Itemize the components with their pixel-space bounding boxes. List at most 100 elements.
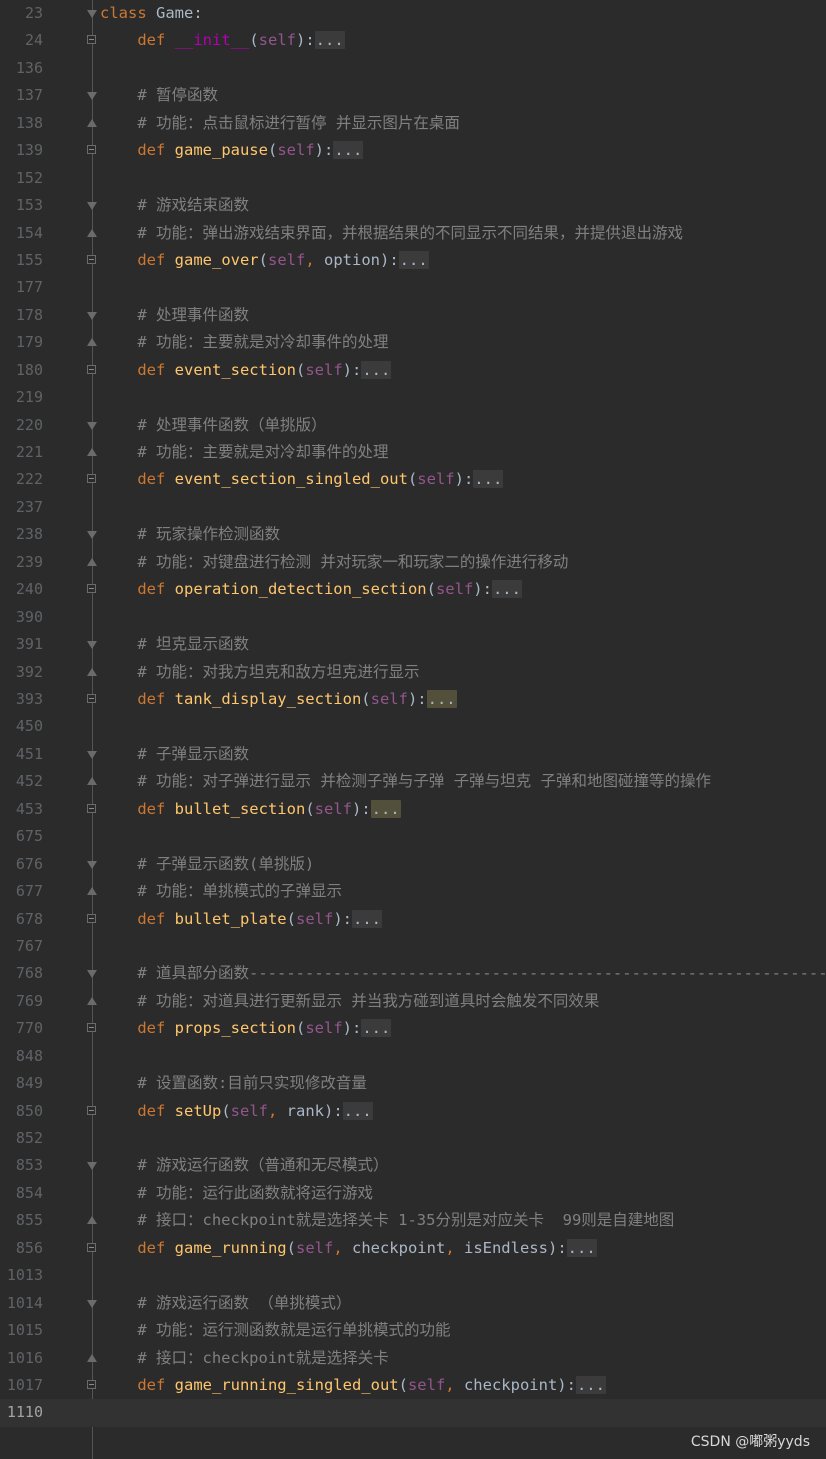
code-line[interactable]: 392 # 功能：对我方坦克和敌方坦克进行显示 [0, 659, 826, 686]
fold-start-icon[interactable] [87, 860, 97, 869]
code-line[interactable]: 178 # 处理事件函数 [0, 302, 826, 329]
code-line[interactable]: 23 class Game: [0, 0, 826, 27]
fold-start-icon[interactable] [87, 10, 97, 18]
code-line[interactable]: 856 def game_running(self, checkpoint, i… [0, 1235, 826, 1262]
code-line[interactable]: 390 [0, 604, 826, 631]
code-line[interactable]: 675 [0, 823, 826, 850]
fold-toggle-icon[interactable] [87, 1105, 96, 1115]
folded-code-placeholder[interactable]: ... [361, 1019, 392, 1038]
code-line[interactable]: 768 # 道具部分函数----------------------------… [0, 960, 826, 987]
code-line[interactable]: 848 [0, 1043, 826, 1070]
code-line[interactable]: 136 [0, 55, 826, 82]
code-line[interactable]: 138 # 功能：点击鼠标进行暂停 并显示图片在桌面 [0, 110, 826, 137]
code-line[interactable]: 850 def setUp(self, rank):... [0, 1098, 826, 1125]
code-line[interactable]: 154 # 功能：弹出游戏结束界面，并根据结果的不同显示不同结果，并提供退出游戏 [0, 220, 826, 247]
code-line[interactable]: 1014 # 游戏运行函数 （单挑模式） [0, 1290, 826, 1317]
fold-toggle-icon[interactable] [87, 145, 96, 155]
code-editor[interactable]: 23 class Game: 24 def __init__(self):... 13… [0, 0, 826, 1459]
fold-end-icon[interactable] [87, 118, 97, 127]
code-line[interactable]: 237 [0, 494, 826, 521]
fold-end-icon[interactable] [87, 1216, 97, 1225]
code-line[interactable]: 677 # 功能：单挑模式的子弹显示 [0, 878, 826, 905]
code-line[interactable]: 238 # 玩家操作检测函数 [0, 521, 826, 548]
folded-code-placeholder[interactable]: ... [333, 141, 364, 160]
code-line[interactable]: 139 def game_pause(self):... [0, 137, 826, 164]
code-line[interactable]: 152 [0, 165, 826, 192]
fold-start-icon[interactable] [87, 531, 97, 540]
code-line[interactable]: 219 [0, 384, 826, 411]
fold-end-icon[interactable] [87, 448, 97, 457]
code-line[interactable]: 24 def __init__(self):... [0, 27, 826, 54]
fold-end-icon[interactable] [87, 667, 97, 676]
fold-end-icon[interactable] [87, 557, 97, 566]
folded-code-placeholder[interactable]: ... [575, 1376, 606, 1394]
code-line[interactable]: 240 def operation_detection_section(self… [0, 576, 826, 603]
folded-code-placeholder[interactable]: ... [370, 799, 401, 818]
code-line[interactable]: 770 def props_section(self):... [0, 1015, 826, 1042]
code-line[interactable]: 155 def game_over(self, option):... [0, 247, 826, 274]
code-line[interactable]: 849 # 设置函数:目前只实现修改音量 [0, 1070, 826, 1097]
code-line[interactable]: 222 def event_section_singled_out(self):… [0, 466, 826, 493]
code-line[interactable]: 855 # 接口：checkpoint就是选择关卡 1-35分别是对应关卡 99… [0, 1207, 826, 1234]
folded-code-placeholder[interactable]: ... [361, 360, 392, 379]
code-line[interactable]: 1016 # 接口：checkpoint就是选择关卡 [0, 1345, 826, 1372]
folded-code-placeholder[interactable]: ... [314, 31, 345, 50]
code-line[interactable]: 854 # 功能：运行此函数就将运行游戏 [0, 1180, 826, 1207]
folded-code-placeholder[interactable]: ... [426, 690, 457, 708]
code-line[interactable]: 450 [0, 713, 826, 740]
fold-start-icon[interactable] [87, 311, 97, 320]
code-line[interactable]: 452 # 功能：对子弹进行显示 并检测子弹与子弹 子弹与坦克 子弹和地图碰撞等… [0, 768, 826, 795]
fold-end-icon[interactable] [87, 228, 97, 237]
fold-start-icon[interactable] [87, 970, 97, 979]
code-line[interactable]: 1110 [0, 1399, 826, 1427]
fold-end-icon[interactable] [87, 338, 97, 347]
code-line[interactable]: 453 def bullet_section(self):... [0, 796, 826, 823]
code-line[interactable]: 153 # 游戏结束函数 [0, 192, 826, 219]
code-line[interactable]: 678 def bullet_plate(self):... [0, 906, 826, 933]
fold-start-icon[interactable] [87, 421, 97, 430]
fold-start-icon[interactable] [87, 202, 97, 211]
folded-code-placeholder[interactable]: ... [491, 580, 522, 599]
fold-start-icon[interactable] [87, 750, 97, 759]
fold-start-icon[interactable] [87, 641, 97, 650]
folded-code-placeholder[interactable]: ... [351, 909, 382, 928]
code-line[interactable]: 451 # 子弹显示函数 [0, 741, 826, 768]
fold-toggle-icon[interactable] [87, 803, 96, 813]
code-line[interactable]: 137 # 暂停函数 [0, 82, 826, 109]
code-line[interactable]: 220 # 处理事件函数（单挑版） [0, 412, 826, 439]
fold-start-icon[interactable] [87, 1299, 97, 1308]
fold-toggle-icon[interactable] [87, 254, 96, 264]
code-line[interactable]: 853 # 游戏运行函数（普通和无尽模式） [0, 1152, 826, 1179]
fold-toggle-icon[interactable] [87, 913, 96, 923]
code-line[interactable]: 180 def event_section(self):... [0, 357, 826, 384]
fold-toggle-icon[interactable] [87, 1242, 96, 1252]
code-line[interactable]: 239 # 功能：对键盘进行检测 并对玩家一和玩家二的操作进行移动 [0, 549, 826, 576]
fold-toggle-icon[interactable] [87, 1023, 96, 1033]
fold-end-icon[interactable] [87, 777, 97, 786]
fold-end-icon[interactable] [87, 996, 97, 1005]
code-line[interactable]: 179 # 功能：主要就是对冷却事件的处理 [0, 329, 826, 356]
code-line[interactable]: 1015 # 功能：运行测函数就是运行单挑模式的功能 [0, 1317, 826, 1344]
folded-code-placeholder[interactable]: ... [342, 1101, 373, 1120]
code-line[interactable]: 676 # 子弹显示函数(单挑版) [0, 851, 826, 878]
fold-start-icon[interactable] [87, 1162, 97, 1171]
code-line[interactable]: 767 [0, 933, 826, 960]
code-line[interactable]: 1017 def game_running_singled_out(self, … [0, 1372, 826, 1399]
folded-code-placeholder[interactable]: ... [566, 1238, 597, 1257]
fold-toggle-icon[interactable] [87, 364, 96, 374]
folded-code-placeholder[interactable]: ... [473, 470, 504, 489]
fold-toggle-icon[interactable] [87, 1380, 96, 1389]
code-line[interactable]: 852 [0, 1125, 826, 1152]
code-line[interactable]: 769 # 功能：对道具进行更新显示 并当我方碰到道具时会触发不同效果 [0, 988, 826, 1015]
fold-toggle-icon[interactable] [87, 584, 96, 594]
fold-end-icon[interactable] [87, 887, 97, 896]
code-line[interactable]: 391 # 坦克显示函数 [0, 631, 826, 658]
code-line[interactable]: 177 [0, 274, 826, 301]
fold-toggle-icon[interactable] [87, 694, 96, 703]
fold-start-icon[interactable] [87, 92, 97, 101]
code-line[interactable]: 393 def tank_display_section(self):... [0, 686, 826, 713]
code-line[interactable]: 1013 [0, 1262, 826, 1289]
code-line[interactable]: 221 # 功能：主要就是对冷却事件的处理 [0, 439, 826, 466]
fold-toggle-icon[interactable] [87, 35, 96, 45]
fold-toggle-icon[interactable] [87, 474, 96, 484]
